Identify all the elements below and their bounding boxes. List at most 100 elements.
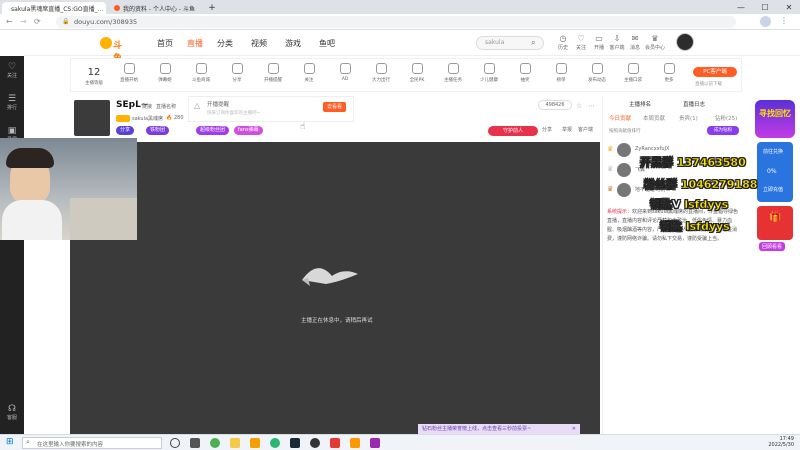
stream-tag[interactable]: 直播名称 — [156, 103, 176, 110]
reload-icon[interactable]: ⟳ — [34, 17, 41, 26]
profile-icon[interactable] — [760, 16, 771, 27]
url-input[interactable]: 🔒 douyu.com/308935 — [56, 16, 736, 28]
clock[interactable]: 17:49 2022/5/30 — [758, 436, 794, 448]
become-diamond-button[interactable]: 成为钻粉 — [707, 126, 739, 135]
tab-week[interactable]: 本周贡献 — [643, 114, 665, 122]
close-icon[interactable]: ✕ — [572, 424, 576, 434]
menu-icon[interactable]: ⋮ — [780, 16, 788, 25]
tool-item[interactable]: 榜单 — [547, 63, 575, 83]
windows-start-icon[interactable]: ⊞ — [6, 437, 14, 447]
taskbar-search[interactable]: ⌕ 在这里输入你要搜索的内容 — [22, 437, 162, 449]
tool-item[interactable]: 发布动态 — [583, 63, 611, 83]
tool-item[interactable]: 更多 — [655, 63, 683, 83]
tab-today[interactable]: 今日贡献 — [609, 114, 631, 122]
search-box[interactable]: sakula ⌕ — [476, 36, 544, 50]
app-icon[interactable] — [250, 438, 260, 448]
chrome-icon[interactable] — [210, 438, 220, 448]
search-input[interactable]: sakula — [485, 39, 504, 46]
nav-live[interactable]: 直播 — [187, 38, 203, 49]
tool-item[interactable]: 斗鱼商城 — [187, 63, 215, 83]
tool-item[interactable]: 大力出行 — [367, 63, 395, 83]
steam-icon[interactable] — [290, 438, 300, 448]
tool-item[interactable]: 弹幕姬 — [151, 63, 179, 83]
badge-superfans[interactable]: 超级粉丝团 — [196, 126, 230, 135]
live-log-button[interactable]: 直播日志 — [683, 100, 705, 108]
share-button[interactable]: 分享 — [542, 126, 552, 133]
tool-item[interactable]: 直播开始 — [115, 63, 143, 83]
history-button[interactable]: ◷ 历史 — [554, 34, 572, 51]
tool-item[interactable]: AD — [331, 63, 359, 82]
sidebar-item-service[interactable]: ☊ 客服 — [0, 404, 24, 421]
file-explorer-icon[interactable] — [230, 438, 240, 448]
nav-game[interactable]: 游戏 — [285, 38, 301, 49]
ranker-avatar[interactable] — [617, 163, 631, 177]
new-tab-button[interactable]: + — [206, 2, 218, 14]
ranker-name[interactable]: ZyRancxxfuJX — [635, 146, 669, 152]
level-block[interactable]: 12 主播等级 — [79, 67, 109, 86]
promo-gift[interactable]: 🎁 — [757, 206, 793, 240]
nav-home[interactable]: 首页 — [157, 38, 173, 49]
star-icon[interactable]: ☆ — [576, 102, 582, 110]
guard-button[interactable]: 守护前人 — [488, 126, 538, 136]
more-icon[interactable]: ⋯ — [588, 102, 595, 110]
follow-button[interactable]: ♡ 关注 — [572, 34, 590, 51]
tool-item[interactable]: 主播口袋 — [619, 63, 647, 83]
obs-icon[interactable] — [310, 438, 320, 448]
douyu-logo[interactable]: 斗鱼 — [100, 37, 130, 64]
minimize-button[interactable]: — — [730, 0, 752, 14]
video-player[interactable]: 主播正在休息中，请稍后再试 钻石粉丝主播荣誉榜上线，点击查看三秒前投票~ ✕ — [70, 142, 600, 434]
client-button[interactable]: ⇩ 客户端 — [608, 34, 626, 51]
tool-item[interactable]: 关注 — [295, 63, 323, 83]
nav-video[interactable]: 视频 — [251, 38, 267, 49]
badge-share[interactable]: 分享 — [116, 126, 135, 135]
back-icon[interactable]: ← — [6, 17, 13, 26]
promo-title[interactable]: 寻找回忆 — [755, 100, 795, 138]
tab-diamond[interactable]: 钻粉(25) — [715, 114, 737, 122]
sidebar-item-follow[interactable]: ♡ 关注 — [0, 62, 24, 79]
promo-exchange[interactable]: 前往兑换 — [763, 148, 783, 155]
app-icon[interactable] — [330, 438, 340, 448]
report-button[interactable]: 举报 — [562, 126, 572, 133]
side-promo[interactable]: 寻找回忆 前往兑换 0% 立即充值 🎁 回顾看看 — [755, 100, 795, 251]
sidebar-item-rank[interactable]: ☰ 排行 — [0, 94, 24, 111]
host-name[interactable]: sakula黑魂席 — [132, 115, 163, 122]
stream-tag[interactable]: 链接 — [142, 103, 152, 110]
ranker-avatar[interactable] — [617, 143, 631, 157]
search-icon[interactable]: ⌕ — [531, 38, 535, 48]
badge-fans-danmu[interactable]: fans弹幕 — [234, 126, 263, 135]
forward-icon[interactable]: → — [20, 17, 27, 26]
wechat-icon[interactable] — [270, 438, 280, 448]
ranker-avatar[interactable] — [617, 183, 631, 197]
vip-button[interactable]: ♛ 会员中心 — [644, 34, 666, 51]
room-id[interactable]: 498426 — [538, 100, 572, 110]
tool-item[interactable]: 主播任务 — [439, 63, 467, 83]
tool-item[interactable]: 少儿健康 — [475, 63, 503, 83]
app-icon[interactable] — [350, 438, 360, 448]
tool-item[interactable]: 开播提醒 — [259, 63, 287, 83]
maximize-button[interactable]: ☐ — [754, 0, 776, 14]
badge-fanclub[interactable]: 铁粉团 — [146, 126, 170, 135]
start-stream-button[interactable]: ▭ 开播 — [590, 34, 608, 51]
notice-banner[interactable]: 钻石粉丝主播荣誉榜上线，点击查看三秒前投票~ ✕ — [418, 424, 580, 434]
tab-vip[interactable]: 贵宾(1) — [679, 114, 698, 122]
tool-item[interactable]: 全民PK — [403, 63, 431, 83]
nav-category[interactable]: 分类 — [217, 38, 233, 49]
nav-yuba[interactable]: 鱼吧 — [319, 38, 335, 49]
tool-item[interactable]: 分享 — [223, 63, 251, 83]
promo-footer[interactable]: 回顾看看 — [759, 242, 786, 251]
avatar[interactable] — [676, 33, 694, 51]
streamer-avatar[interactable] — [74, 100, 110, 136]
tool-item[interactable]: 抽奖 — [511, 63, 539, 83]
app-icon[interactable] — [370, 438, 380, 448]
promo-card[interactable]: 前往兑换 0% 立即充值 — [757, 142, 793, 202]
cortana-icon[interactable] — [170, 438, 180, 448]
client-link[interactable]: 客户端 — [578, 126, 593, 133]
pc-client-button[interactable]: PC客户端 — [693, 67, 737, 77]
promo-recharge[interactable]: 立即充值 — [763, 186, 783, 193]
close-window-button[interactable]: ✕ — [778, 0, 800, 14]
remind-button[interactable]: 去看看 — [323, 102, 347, 112]
message-button[interactable]: ✉ 消息 — [626, 34, 644, 51]
taskbar-search-input[interactable]: 在这里输入你要搜索的内容 — [37, 440, 103, 448]
browser-tab[interactable]: 我的资料 - 个人中心 - 斗鱼 — [108, 2, 204, 14]
browser-tab-active[interactable]: sakula黑魂席直播_CS:GO直播_... — [2, 2, 106, 14]
